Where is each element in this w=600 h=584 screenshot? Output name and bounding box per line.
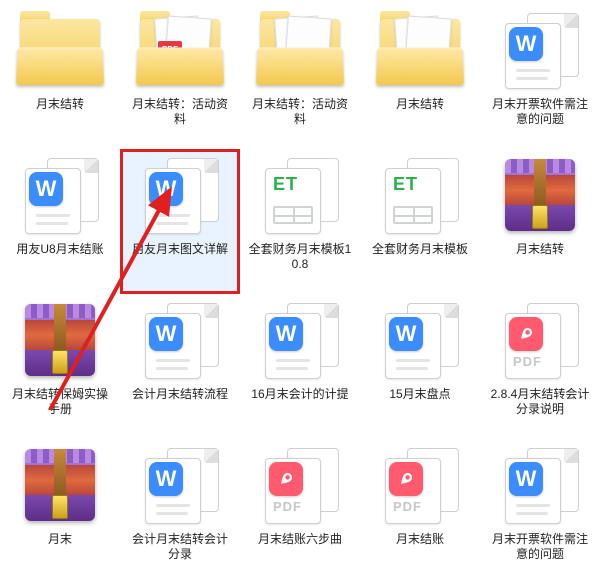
file-item[interactable]: PDF 月末结转：活动资料: [120, 4, 240, 149]
file-item[interactable]: W 月末开票软件需注意的问题: [480, 4, 600, 149]
file-item[interactable]: ET 全套财务月末模板10.8: [240, 149, 360, 294]
file-label: 15月末盘点: [387, 386, 452, 403]
wps-doc-icon: W: [21, 158, 99, 232]
wps-doc-icon: W: [141, 303, 219, 377]
rar-archive-icon: [25, 449, 95, 521]
folder-icon: PDF: [136, 15, 224, 85]
file-item[interactable]: PDF 月末结账六步曲: [240, 439, 360, 584]
file-item[interactable]: 月末结转: [480, 149, 600, 294]
file-item[interactable]: W 16月末会计的计提: [240, 294, 360, 439]
wps-doc-icon: W: [141, 158, 219, 232]
file-icon-wrap: PDF: [252, 445, 348, 525]
w-badge: W: [149, 172, 183, 206]
file-label: 月末结转: [514, 241, 566, 258]
file-label: 会计月末结转会计分录: [126, 531, 234, 563]
file-label: 用友月末图文详解: [130, 241, 230, 258]
w-badge: W: [29, 172, 63, 206]
file-item[interactable]: W 用友U8月末结账: [0, 149, 120, 294]
file-label: 月末: [46, 531, 74, 548]
file-icon-wrap: PDF: [132, 10, 228, 90]
wps-doc-icon: W: [261, 303, 339, 377]
folder-icon: [256, 15, 344, 85]
file-item[interactable]: 月末结转：活动资料: [240, 4, 360, 149]
file-item[interactable]: 月末结转: [0, 4, 120, 149]
rar-archive-icon: [25, 304, 95, 376]
w-badge: W: [509, 462, 543, 496]
file-label: 月末结账六步曲: [256, 531, 344, 548]
w-badge: W: [509, 27, 543, 61]
file-icon-wrap: [492, 155, 588, 235]
file-label: 16月末会计的计提: [249, 386, 350, 403]
file-label: 月末结转: [394, 96, 446, 113]
file-icon-wrap: PDF: [372, 445, 468, 525]
rar-archive-icon: [505, 159, 575, 231]
wps-doc-icon: W: [141, 448, 219, 522]
folder-icon: [16, 15, 104, 85]
file-label: 月末开票软件需注意的问题: [486, 96, 594, 128]
w-badge: W: [149, 462, 183, 496]
file-icon-wrap: W: [372, 300, 468, 380]
file-icon-wrap: [252, 10, 348, 90]
wps-doc-icon: W: [501, 448, 579, 522]
file-label: 全套财务月末模板10.8: [246, 241, 354, 273]
pdf-icon: PDF: [381, 448, 459, 522]
file-label: 月末结账: [394, 531, 446, 548]
file-item[interactable]: 月末结转: [360, 4, 480, 149]
wps-doc-icon: W: [381, 303, 459, 377]
file-icon-wrap: ET: [372, 155, 468, 235]
file-icon-wrap: [12, 445, 108, 525]
file-item[interactable]: W 用友月末图文详解: [120, 149, 240, 294]
file-label: 全套财务月末模板: [370, 241, 470, 258]
file-icon-wrap: W: [132, 300, 228, 380]
file-item[interactable]: PDF 月末结账: [360, 439, 480, 584]
w-badge: W: [149, 317, 183, 351]
folder-icon: [376, 15, 464, 85]
file-icon-wrap: W: [492, 445, 588, 525]
file-icon-wrap: [12, 10, 108, 90]
file-label: 用友U8月末结账: [14, 241, 105, 258]
file-icon-wrap: [372, 10, 468, 90]
et-spreadsheet-icon: ET: [381, 158, 459, 232]
file-label: 月末结转: [34, 96, 86, 113]
file-label: 会计月末结转流程: [130, 386, 230, 403]
file-icon-wrap: W: [132, 155, 228, 235]
w-badge: W: [389, 317, 423, 351]
file-icon-wrap: W: [492, 10, 588, 90]
wps-doc-icon: W: [501, 13, 579, 87]
file-item[interactable]: PDF 2.8.4月末结转会计分录说明: [480, 294, 600, 439]
file-item[interactable]: W 月末开票软件需注意的问题: [480, 439, 600, 584]
file-item[interactable]: W 会计月末结转流程: [120, 294, 240, 439]
file-label: 2.8.4月末结转会计分录说明: [486, 386, 594, 418]
file-icon-wrap: W: [252, 300, 348, 380]
file-item[interactable]: W 15月末盘点: [360, 294, 480, 439]
pdf-icon: PDF: [261, 448, 339, 522]
file-icon-wrap: W: [12, 155, 108, 235]
file-label: 月末结转保姆实操手册: [6, 386, 114, 418]
file-label: 月末开票软件需注意的问题: [486, 531, 594, 563]
file-item[interactable]: 月末: [0, 439, 120, 584]
file-item[interactable]: W 会计月末结转会计分录: [120, 439, 240, 584]
file-icon-wrap: ET: [252, 155, 348, 235]
pdf-icon: PDF: [501, 303, 579, 377]
file-icon-wrap: [12, 300, 108, 380]
file-label: 月末结转：活动资料: [126, 96, 234, 128]
et-spreadsheet-icon: ET: [261, 158, 339, 232]
w-badge: W: [269, 317, 303, 351]
file-icon-wrap: PDF: [492, 300, 588, 380]
file-icon-wrap: W: [132, 445, 228, 525]
file-item[interactable]: 月末结转保姆实操手册: [0, 294, 120, 439]
file-item[interactable]: ET 全套财务月末模板: [360, 149, 480, 294]
file-label: 月末结转：活动资料: [246, 96, 354, 128]
